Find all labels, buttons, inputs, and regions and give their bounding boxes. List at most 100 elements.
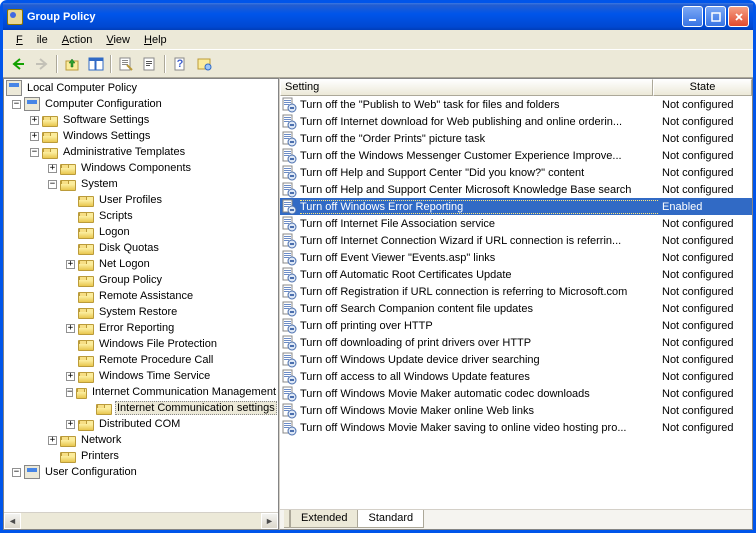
- scroll-right-button[interactable]: ►: [261, 513, 278, 529]
- list-item[interactable]: Turn off Event Viewer "Events.asp" links…: [280, 249, 752, 266]
- list-item[interactable]: Turn off Internet download for Web publi…: [280, 113, 752, 130]
- tree-admin-templates[interactable]: −Administrative Templates: [4, 144, 278, 160]
- scroll-left-button[interactable]: ◄: [4, 513, 21, 529]
- list-item[interactable]: Turn off Help and Support Center "Did yo…: [280, 164, 752, 181]
- tree-system-restore[interactable]: System Restore: [4, 304, 278, 320]
- tree-system[interactable]: −System: [4, 176, 278, 192]
- list-item[interactable]: Turn off the "Order Prints" picture task…: [280, 130, 752, 147]
- list-item[interactable]: Turn off Search Companion content file u…: [280, 300, 752, 317]
- export-button[interactable]: [139, 53, 161, 75]
- tree-software-settings[interactable]: +Software Settings: [4, 112, 278, 128]
- filter-button[interactable]: [193, 53, 215, 75]
- list-item[interactable]: Turn off the "Publish to Web" task for f…: [280, 96, 752, 113]
- minimize-button[interactable]: [682, 6, 703, 27]
- col-setting[interactable]: Setting: [280, 79, 653, 96]
- policy-setting-icon: [281, 352, 297, 368]
- back-button[interactable]: [7, 53, 29, 75]
- tree-windows-components[interactable]: +Windows Components: [4, 160, 278, 176]
- list-item[interactable]: Turn off Windows Movie Maker automatic c…: [280, 385, 752, 402]
- tree-remote-assistance[interactable]: Remote Assistance: [4, 288, 278, 304]
- setting-name: Turn off Windows Error Reporting: [300, 200, 658, 214]
- policy-setting-icon: [281, 301, 297, 317]
- policy-setting-icon: [281, 318, 297, 334]
- folder-icon: [78, 420, 94, 431]
- folder-icon: [78, 356, 94, 367]
- tree-group-policy[interactable]: Group Policy: [4, 272, 278, 288]
- tree-user-config[interactable]: −User Configuration: [4, 464, 278, 480]
- setting-state: Not configured: [658, 99, 752, 111]
- policy-setting-icon: [281, 199, 297, 215]
- app-icon: [7, 9, 23, 25]
- folder-icon: [78, 244, 94, 255]
- maximize-button[interactable]: [705, 6, 726, 27]
- tab-extended[interactable]: Extended: [290, 510, 358, 528]
- tree-windows-time[interactable]: +Windows Time Service: [4, 368, 278, 384]
- svg-text:?: ?: [177, 58, 184, 70]
- forward-button[interactable]: [31, 53, 53, 75]
- list-item[interactable]: Turn off Windows Error ReportingEnabled: [280, 198, 752, 215]
- menu-help[interactable]: Help: [137, 32, 174, 48]
- tree-icm[interactable]: −Internet Communication Management: [4, 384, 278, 400]
- help-button[interactable]: ?: [169, 53, 191, 75]
- tree-body[interactable]: Local Computer Policy −Computer Configur…: [4, 79, 278, 512]
- tree-network[interactable]: +Network: [4, 432, 278, 448]
- list-item[interactable]: Turn off Automatic Root Certificates Upd…: [280, 266, 752, 283]
- menubar: File Action View Help: [3, 30, 753, 50]
- list-item[interactable]: Turn off access to all Windows Update fe…: [280, 368, 752, 385]
- tree-windows-settings[interactable]: +Windows Settings: [4, 128, 278, 144]
- policy-setting-icon: [281, 233, 297, 249]
- list-body[interactable]: Turn off the "Publish to Web" task for f…: [280, 96, 752, 509]
- policy-setting-icon: [281, 97, 297, 113]
- close-button[interactable]: [728, 6, 749, 27]
- setting-name: Turn off Internet download for Web publi…: [300, 116, 658, 128]
- col-state[interactable]: State: [653, 79, 752, 96]
- policy-setting-icon: [281, 403, 297, 419]
- list-item[interactable]: Turn off Windows Update device driver se…: [280, 351, 752, 368]
- list-item[interactable]: Turn off printing over HTTPNot configure…: [280, 317, 752, 334]
- setting-name: Turn off Help and Support Center Microso…: [300, 184, 658, 196]
- list-item[interactable]: Turn off Help and Support Center Microso…: [280, 181, 752, 198]
- list-item[interactable]: Turn off Registration if URL connection …: [280, 283, 752, 300]
- tree-dcom[interactable]: +Distributed COM: [4, 416, 278, 432]
- setting-state: Not configured: [658, 354, 752, 366]
- list-item[interactable]: Turn off Windows Movie Maker saving to o…: [280, 419, 752, 436]
- list-item[interactable]: Turn off the Windows Messenger Customer …: [280, 147, 752, 164]
- show-hide-button[interactable]: [85, 53, 107, 75]
- policy-setting-icon: [281, 148, 297, 164]
- folder-icon: [78, 260, 94, 271]
- folder-icon: [78, 340, 94, 351]
- policy-setting-icon: [281, 335, 297, 351]
- tree-windows-file-protection[interactable]: Windows File Protection: [4, 336, 278, 352]
- tree-printers[interactable]: Printers: [4, 448, 278, 464]
- tree-computer-config[interactable]: −Computer Configuration: [4, 96, 278, 112]
- tree-error-reporting[interactable]: +Error Reporting: [4, 320, 278, 336]
- tree-logon[interactable]: Logon: [4, 224, 278, 240]
- menu-file[interactable]: File: [9, 32, 55, 48]
- tree-scripts[interactable]: Scripts: [4, 208, 278, 224]
- tree-net-logon[interactable]: +Net Logon: [4, 256, 278, 272]
- setting-state: Not configured: [658, 337, 752, 349]
- list-item[interactable]: Turn off downloading of print drivers ov…: [280, 334, 752, 351]
- tree-hscroll[interactable]: ◄ ►: [4, 512, 278, 529]
- menu-view[interactable]: View: [99, 32, 137, 48]
- list-item[interactable]: Turn off Internet File Association servi…: [280, 215, 752, 232]
- tree-ics[interactable]: Internet Communication settings: [4, 400, 278, 416]
- menu-action[interactable]: Action: [55, 32, 100, 48]
- setting-state: Not configured: [658, 422, 752, 434]
- titlebar[interactable]: Group Policy: [3, 3, 753, 30]
- up-button[interactable]: [61, 53, 83, 75]
- folder-icon: [78, 196, 94, 207]
- list-header: Setting State: [280, 79, 752, 96]
- properties-button[interactable]: [115, 53, 137, 75]
- list-item[interactable]: Turn off Windows Movie Maker online Web …: [280, 402, 752, 419]
- tab-standard[interactable]: Standard: [357, 510, 424, 528]
- tree-user-profiles[interactable]: User Profiles: [4, 192, 278, 208]
- list-item[interactable]: Turn off Internet Connection Wizard if U…: [280, 232, 752, 249]
- setting-name: Turn off Registration if URL connection …: [300, 286, 658, 298]
- folder-icon: [42, 116, 58, 127]
- folder-icon: [78, 372, 94, 383]
- tree-disk-quotas[interactable]: Disk Quotas: [4, 240, 278, 256]
- tree-root[interactable]: Local Computer Policy: [4, 80, 278, 96]
- tree-rpc[interactable]: Remote Procedure Call: [4, 352, 278, 368]
- setting-name: Turn off Windows Movie Maker online Web …: [300, 405, 658, 417]
